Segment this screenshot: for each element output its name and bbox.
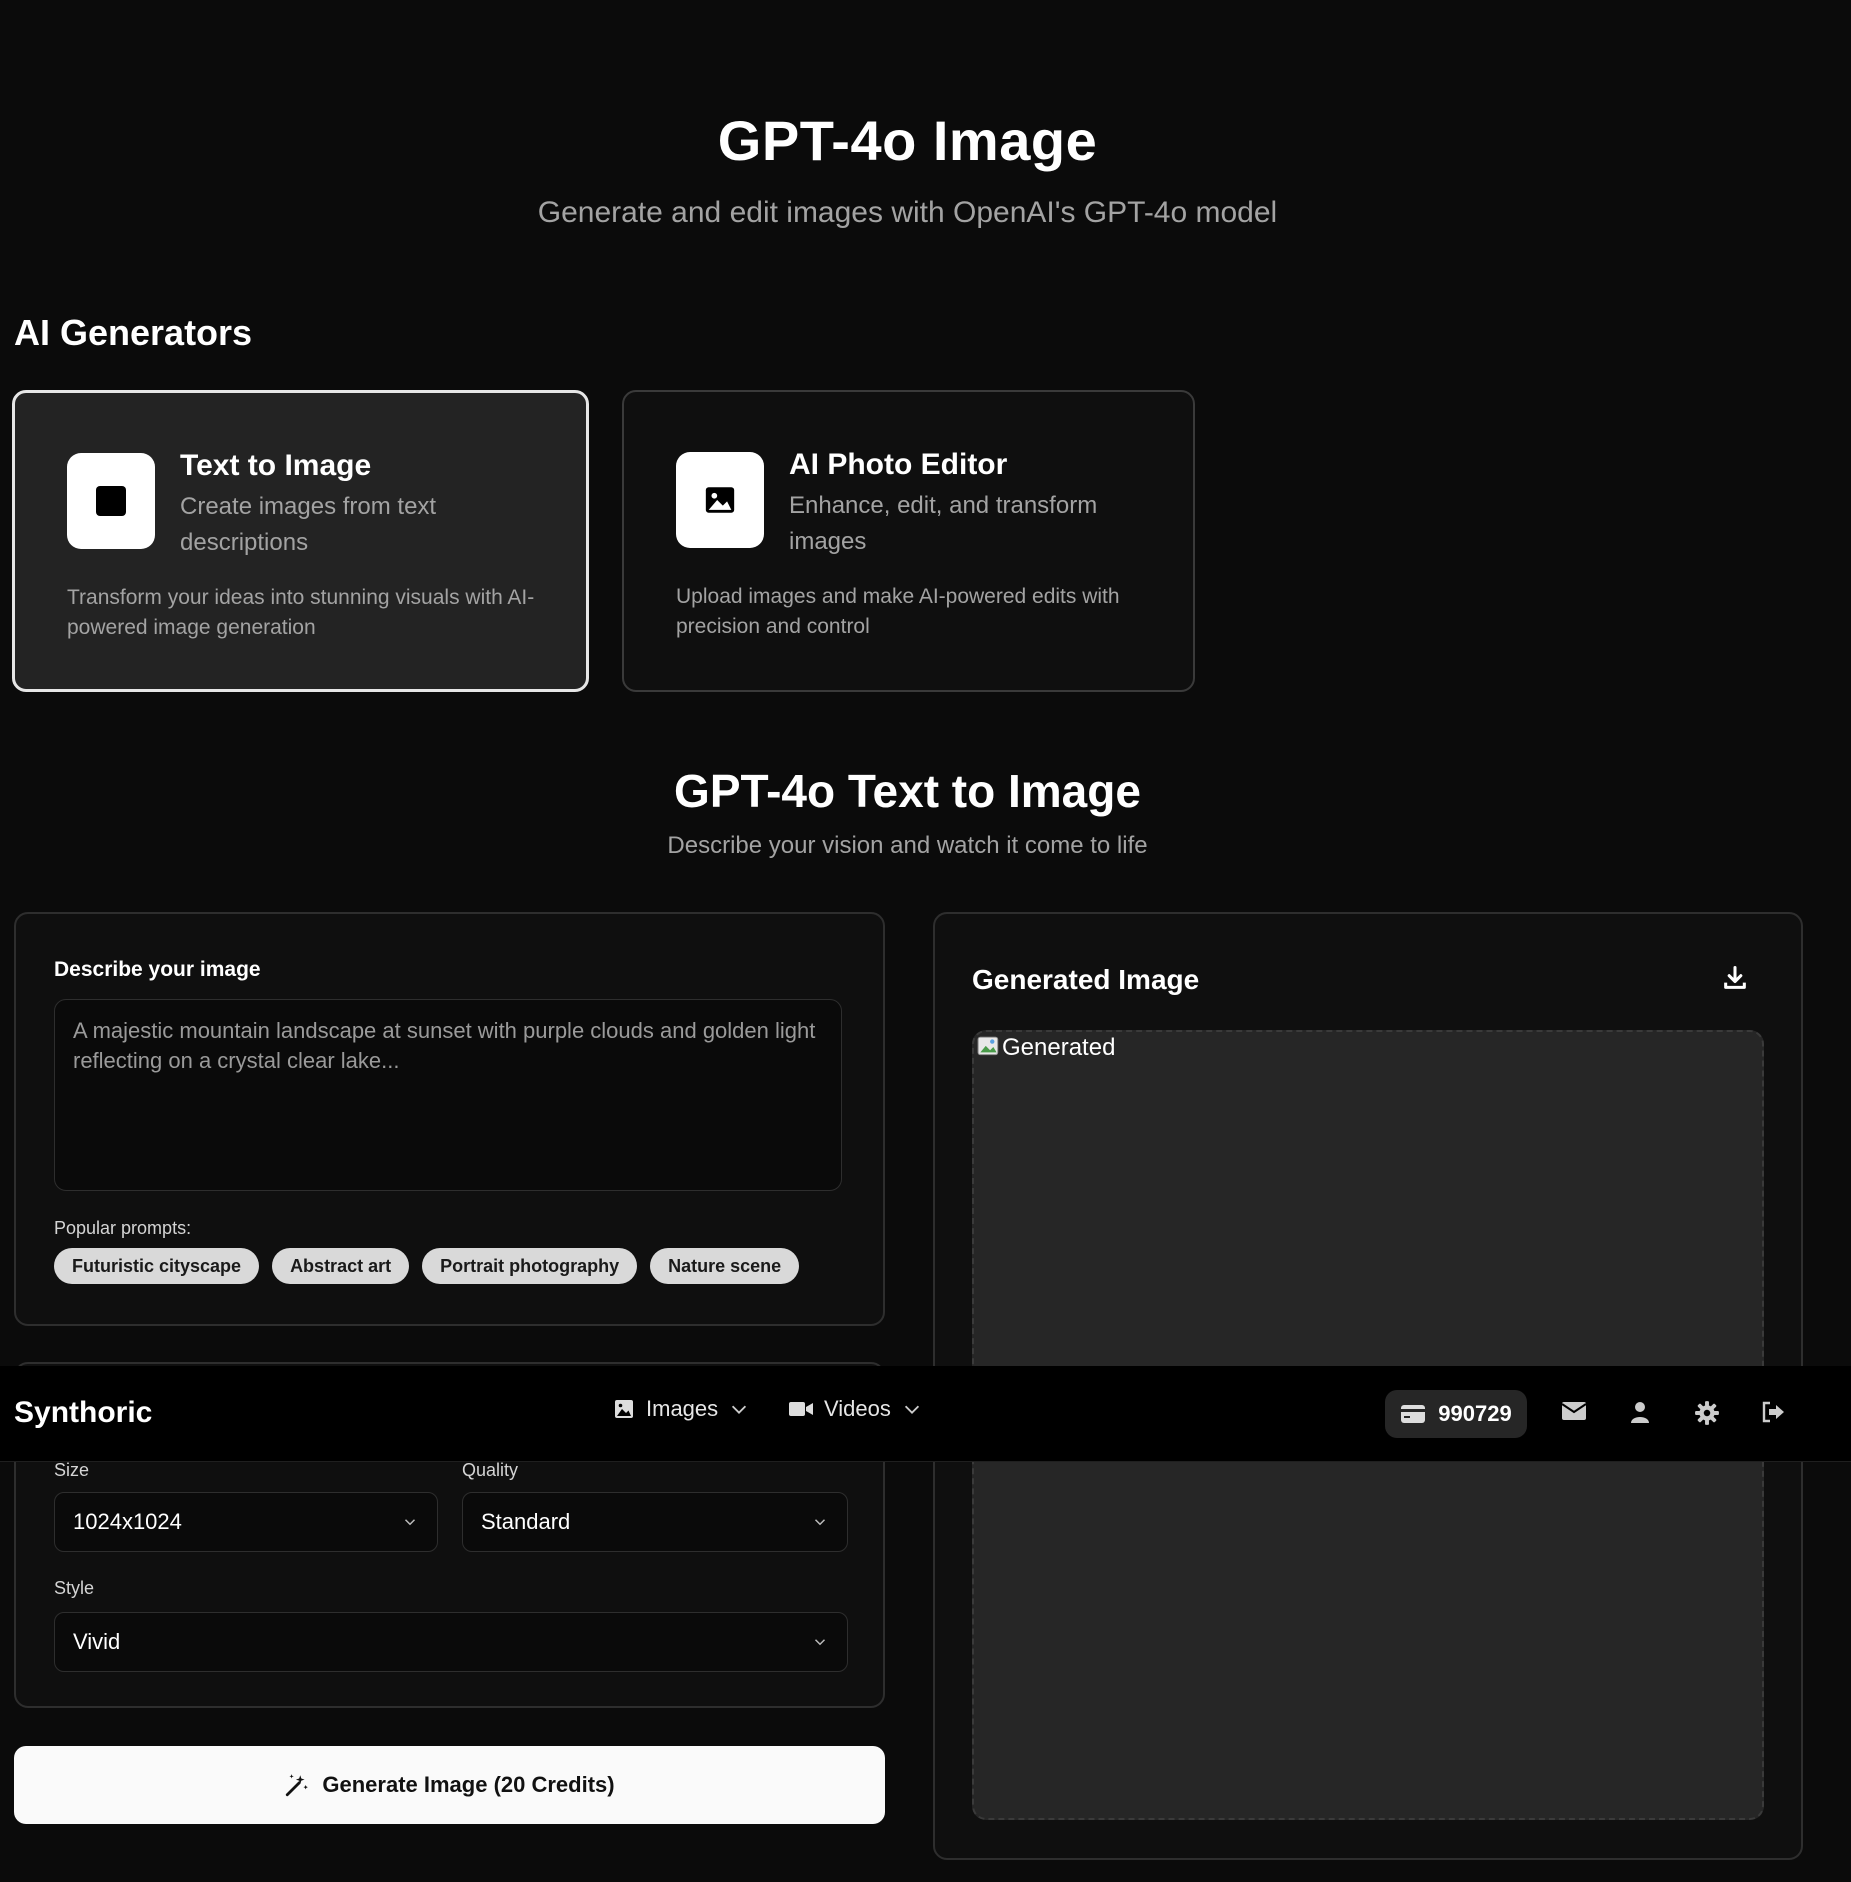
prompt-chip-abstract-art[interactable]: Abstract art bbox=[272, 1248, 410, 1284]
image-icon bbox=[676, 452, 764, 548]
size-select-value: 1024x1024 bbox=[73, 1509, 182, 1534]
prompt-chip-futuristic-cityscape[interactable]: Futuristic cityscape bbox=[54, 1248, 260, 1284]
image-icon bbox=[615, 1400, 633, 1418]
nav-videos-label: Videos bbox=[824, 1396, 891, 1421]
navbar: Synthoric Images Videos 990729 bbox=[0, 1366, 1851, 1462]
generated-image-alt: Generated bbox=[1002, 1034, 1116, 1061]
size-label: Size bbox=[54, 1460, 90, 1480]
chevron-down-icon bbox=[732, 1405, 747, 1414]
generate-image-button-label: Generate Image (20 Credits) bbox=[322, 1772, 615, 1797]
square-icon bbox=[67, 453, 155, 549]
quality-label: Quality bbox=[462, 1460, 519, 1480]
quality-select-value: Standard bbox=[481, 1509, 571, 1534]
download-icon[interactable] bbox=[1721, 964, 1749, 997]
card-title: Text to Image bbox=[180, 449, 372, 482]
prompt-chip-portrait-photography[interactable]: Portrait photography bbox=[422, 1248, 638, 1284]
logout-icon[interactable] bbox=[1760, 1400, 1786, 1429]
generate-image-button[interactable]: Generate Image (20 Credits) bbox=[14, 1746, 885, 1824]
card-description: Upload images and make AI-powered edits … bbox=[676, 585, 1120, 638]
credit-card-icon bbox=[1401, 1405, 1426, 1423]
nav-images-menu[interactable]: Images bbox=[612, 1396, 750, 1422]
broken-image: Generated bbox=[976, 1034, 1115, 1062]
generator-card-text-to-image[interactable]: Text to Image Create images from text de… bbox=[12, 390, 589, 692]
prompt-panel: Describe your image A majestic mountain … bbox=[14, 912, 885, 1326]
page-title: GPT-4o Image bbox=[717, 109, 1098, 172]
chevron-down-icon bbox=[404, 1519, 416, 1526]
mail-icon[interactable] bbox=[1561, 1400, 1587, 1427]
user-icon[interactable] bbox=[1628, 1400, 1652, 1429]
card-subtitle: Create images from text descriptions bbox=[180, 493, 437, 556]
size-select[interactable]: 1024x1024 bbox=[54, 1492, 438, 1552]
prompt-label: Describe your image bbox=[54, 958, 261, 981]
chevron-down-icon bbox=[814, 1519, 826, 1526]
prompt-textarea[interactable]: A majestic mountain landscape at sunset … bbox=[54, 999, 842, 1191]
card-title: AI Photo Editor bbox=[789, 448, 1008, 481]
video-camera-icon bbox=[789, 1402, 813, 1416]
quality-select[interactable]: Standard bbox=[462, 1492, 848, 1552]
chevron-down-icon bbox=[814, 1639, 826, 1646]
nav-videos-menu[interactable]: Videos bbox=[788, 1396, 923, 1422]
generators-section-title: AI Generators bbox=[14, 312, 253, 353]
prompt-chip-nature-scene[interactable]: Nature scene bbox=[650, 1248, 800, 1284]
chevron-down-icon bbox=[904, 1405, 919, 1414]
section-title-text-to-image: GPT-4o Text to Image bbox=[674, 765, 1141, 817]
nav-images-label: Images bbox=[646, 1396, 719, 1421]
credits-balance[interactable]: 990729 bbox=[1385, 1390, 1527, 1438]
broken-image-icon bbox=[977, 1036, 999, 1056]
generator-card-ai-photo-editor[interactable]: AI Photo Editor Enhance, edit, and trans… bbox=[622, 390, 1195, 692]
popular-prompts: Futuristic cityscape Abstract art Portra… bbox=[54, 1248, 800, 1284]
style-label: Style bbox=[54, 1578, 95, 1598]
magic-wand-icon bbox=[286, 1774, 309, 1797]
card-description: Transform your ideas into stunning visua… bbox=[67, 586, 535, 639]
gear-icon[interactable] bbox=[1694, 1400, 1720, 1431]
output-title: Generated Image bbox=[972, 964, 1200, 995]
credits-value: 990729 bbox=[1438, 1401, 1512, 1426]
popular-prompts-label: Popular prompts: bbox=[54, 1218, 192, 1238]
section-subtitle: Describe your vision and watch it come t… bbox=[667, 832, 1148, 859]
brand-logo[interactable]: Synthoric bbox=[14, 1396, 152, 1430]
style-select-value: Vivid bbox=[73, 1629, 121, 1654]
card-subtitle: Enhance, edit, and transform images bbox=[789, 492, 1098, 555]
style-select[interactable]: Vivid bbox=[54, 1612, 848, 1672]
page-subtitle: Generate and edit images with OpenAI's G… bbox=[537, 196, 1278, 229]
